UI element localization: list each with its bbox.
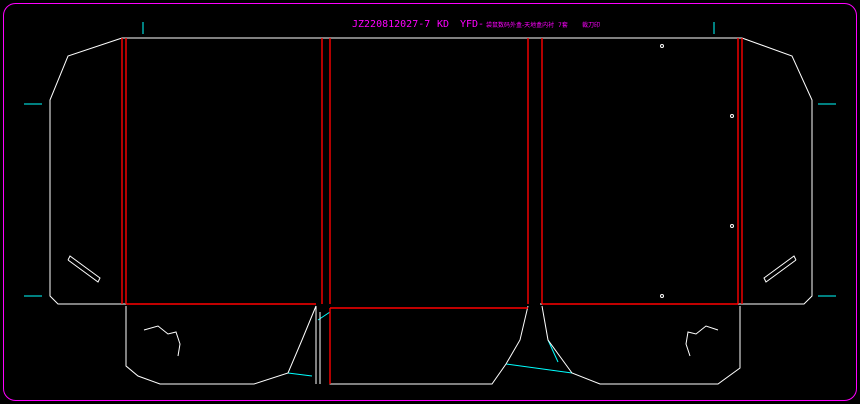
cad-viewport[interactable]: JZ220812027-7 KD YFD- 袋鼠数码外盒-天地盒内衬 7套 裁刀… (0, 0, 860, 404)
sheet-border (3, 3, 857, 401)
title-kd: KD (437, 19, 449, 30)
title-product: YFD- (460, 19, 484, 30)
title-qty: 7套 (558, 21, 568, 29)
title-code: JZ220812027-7 (352, 19, 430, 30)
title-block: JZ220812027-7 KD YFD- 袋鼠数码外盒-天地盒内衬 7套 裁刀… (352, 19, 600, 30)
title-desc: 袋鼠数码外盒-天地盒内衬 (486, 21, 554, 29)
crease-lines (121, 38, 743, 384)
cut-lines (49, 37, 813, 385)
registration-marks (24, 22, 836, 377)
title-extra: 裁刀印 (582, 21, 600, 29)
dieline-drawing: JZ220812027-7 KD YFD- 袋鼠数码外盒-天地盒内衬 7套 裁刀… (3, 3, 857, 401)
perforation-ticks (49, 100, 813, 140)
